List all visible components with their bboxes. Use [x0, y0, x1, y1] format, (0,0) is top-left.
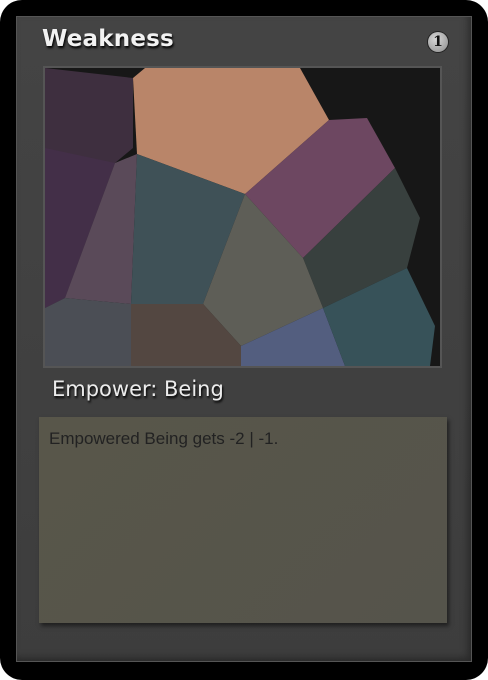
voronoi-art-image — [45, 68, 440, 366]
card-art — [43, 66, 442, 368]
mana-cost-badge: 1 — [428, 32, 448, 52]
rules-textbox: Empowered Being gets -2 | -1. — [39, 417, 447, 623]
type-line: Empower: Being — [52, 377, 224, 401]
card[interactable]: Weakness 1 Empower: Being Empowered Bein… — [0, 0, 488, 680]
rules-text: Empowered Being gets -2 | -1. — [49, 429, 279, 448]
card-title: Weakness — [42, 26, 174, 52]
